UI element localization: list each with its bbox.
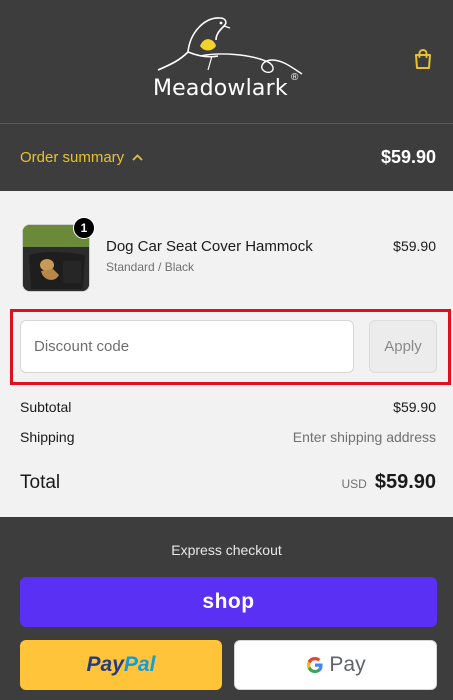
- quantity-badge: 1: [73, 217, 95, 239]
- currency-code: USD: [341, 477, 367, 491]
- order-summary-total: $59.90: [380, 147, 436, 167]
- product-name: Dog Car Seat Cover Hammock: [106, 238, 313, 255]
- cart-button[interactable]: [408, 44, 438, 74]
- total-amount-group: USD $59.90: [341, 471, 436, 494]
- paypal-logo: PayPal: [87, 653, 156, 677]
- paypal-button[interactable]: PayPal: [20, 640, 222, 690]
- shipping-label: Shipping: [20, 429, 75, 445]
- google-pay-button[interactable]: Pay: [234, 640, 437, 690]
- subtotal-label: Subtotal: [20, 399, 72, 415]
- shop-pay-button[interactable]: shop: [20, 577, 437, 627]
- google-pay-label: Pay: [329, 653, 366, 676]
- product-variant: Standard / Black: [106, 260, 195, 274]
- paypal-logo-part1: Pay: [86, 653, 124, 676]
- express-checkout-label: Express checkout: [171, 542, 282, 558]
- google-g-icon: [307, 657, 324, 673]
- order-summary-label-group: Order summary: [20, 149, 143, 166]
- order-summary-toggle[interactable]: Order summary $59.90: [0, 123, 453, 191]
- shipping-value: Enter shipping address: [292, 429, 436, 445]
- total-amount: $59.90: [374, 471, 436, 493]
- apply-discount-button[interactable]: Apply: [369, 320, 437, 373]
- paypal-logo-part2: Pal: [123, 653, 156, 676]
- product-price: $59.90: [393, 238, 436, 254]
- total-label: Total: [20, 472, 61, 493]
- registered-mark: ®: [291, 72, 299, 83]
- discount-code-input[interactable]: [20, 320, 354, 373]
- order-summary-label: Order summary: [20, 149, 125, 166]
- shopping-bag-icon: [415, 48, 431, 69]
- shop-pay-logo: shop: [202, 590, 255, 613]
- subtotal-value: $59.90: [393, 399, 436, 415]
- store-header: Meadowlark ®: [0, 0, 453, 123]
- brand-name: Meadowlark: [153, 76, 288, 101]
- chevron-up-icon: [132, 154, 143, 161]
